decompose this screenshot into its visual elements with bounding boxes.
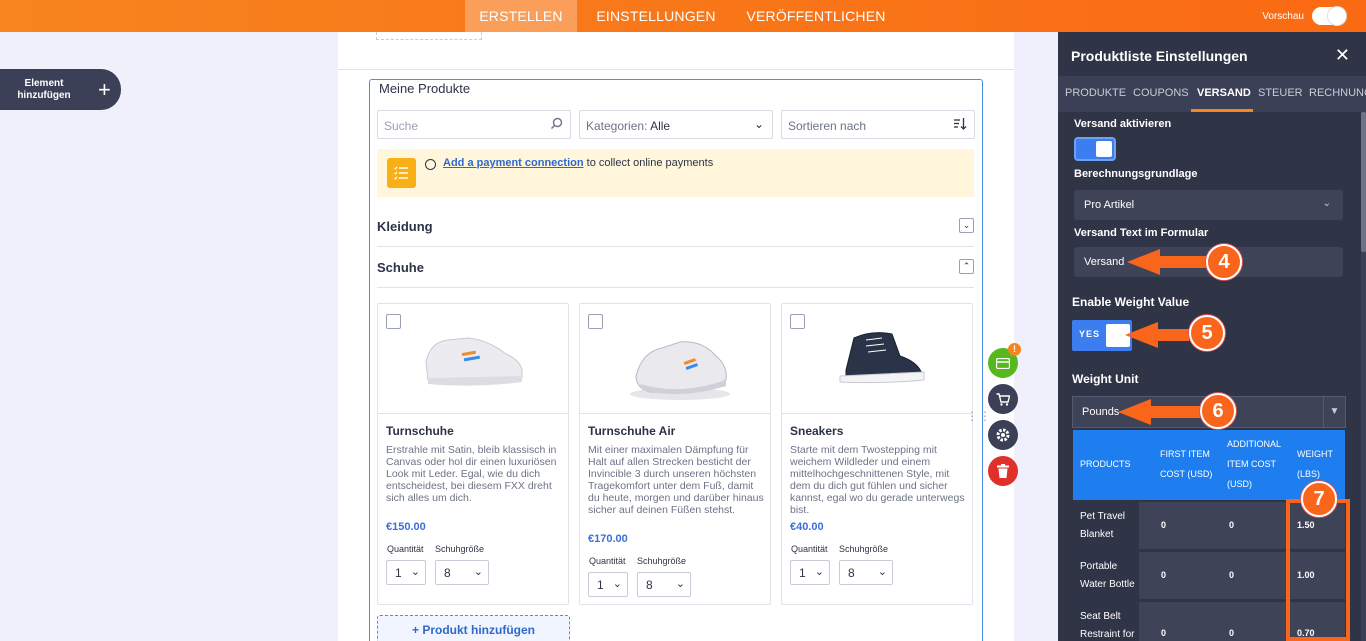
- annotation-5: 5: [1189, 315, 1225, 351]
- annotation-4: 4: [1206, 244, 1242, 280]
- annotation-6: 6: [1200, 393, 1236, 429]
- weight-column-highlight: [1286, 499, 1350, 641]
- annotation-7: 7: [1301, 481, 1337, 517]
- annotation-arrows: [1118, 249, 1206, 425]
